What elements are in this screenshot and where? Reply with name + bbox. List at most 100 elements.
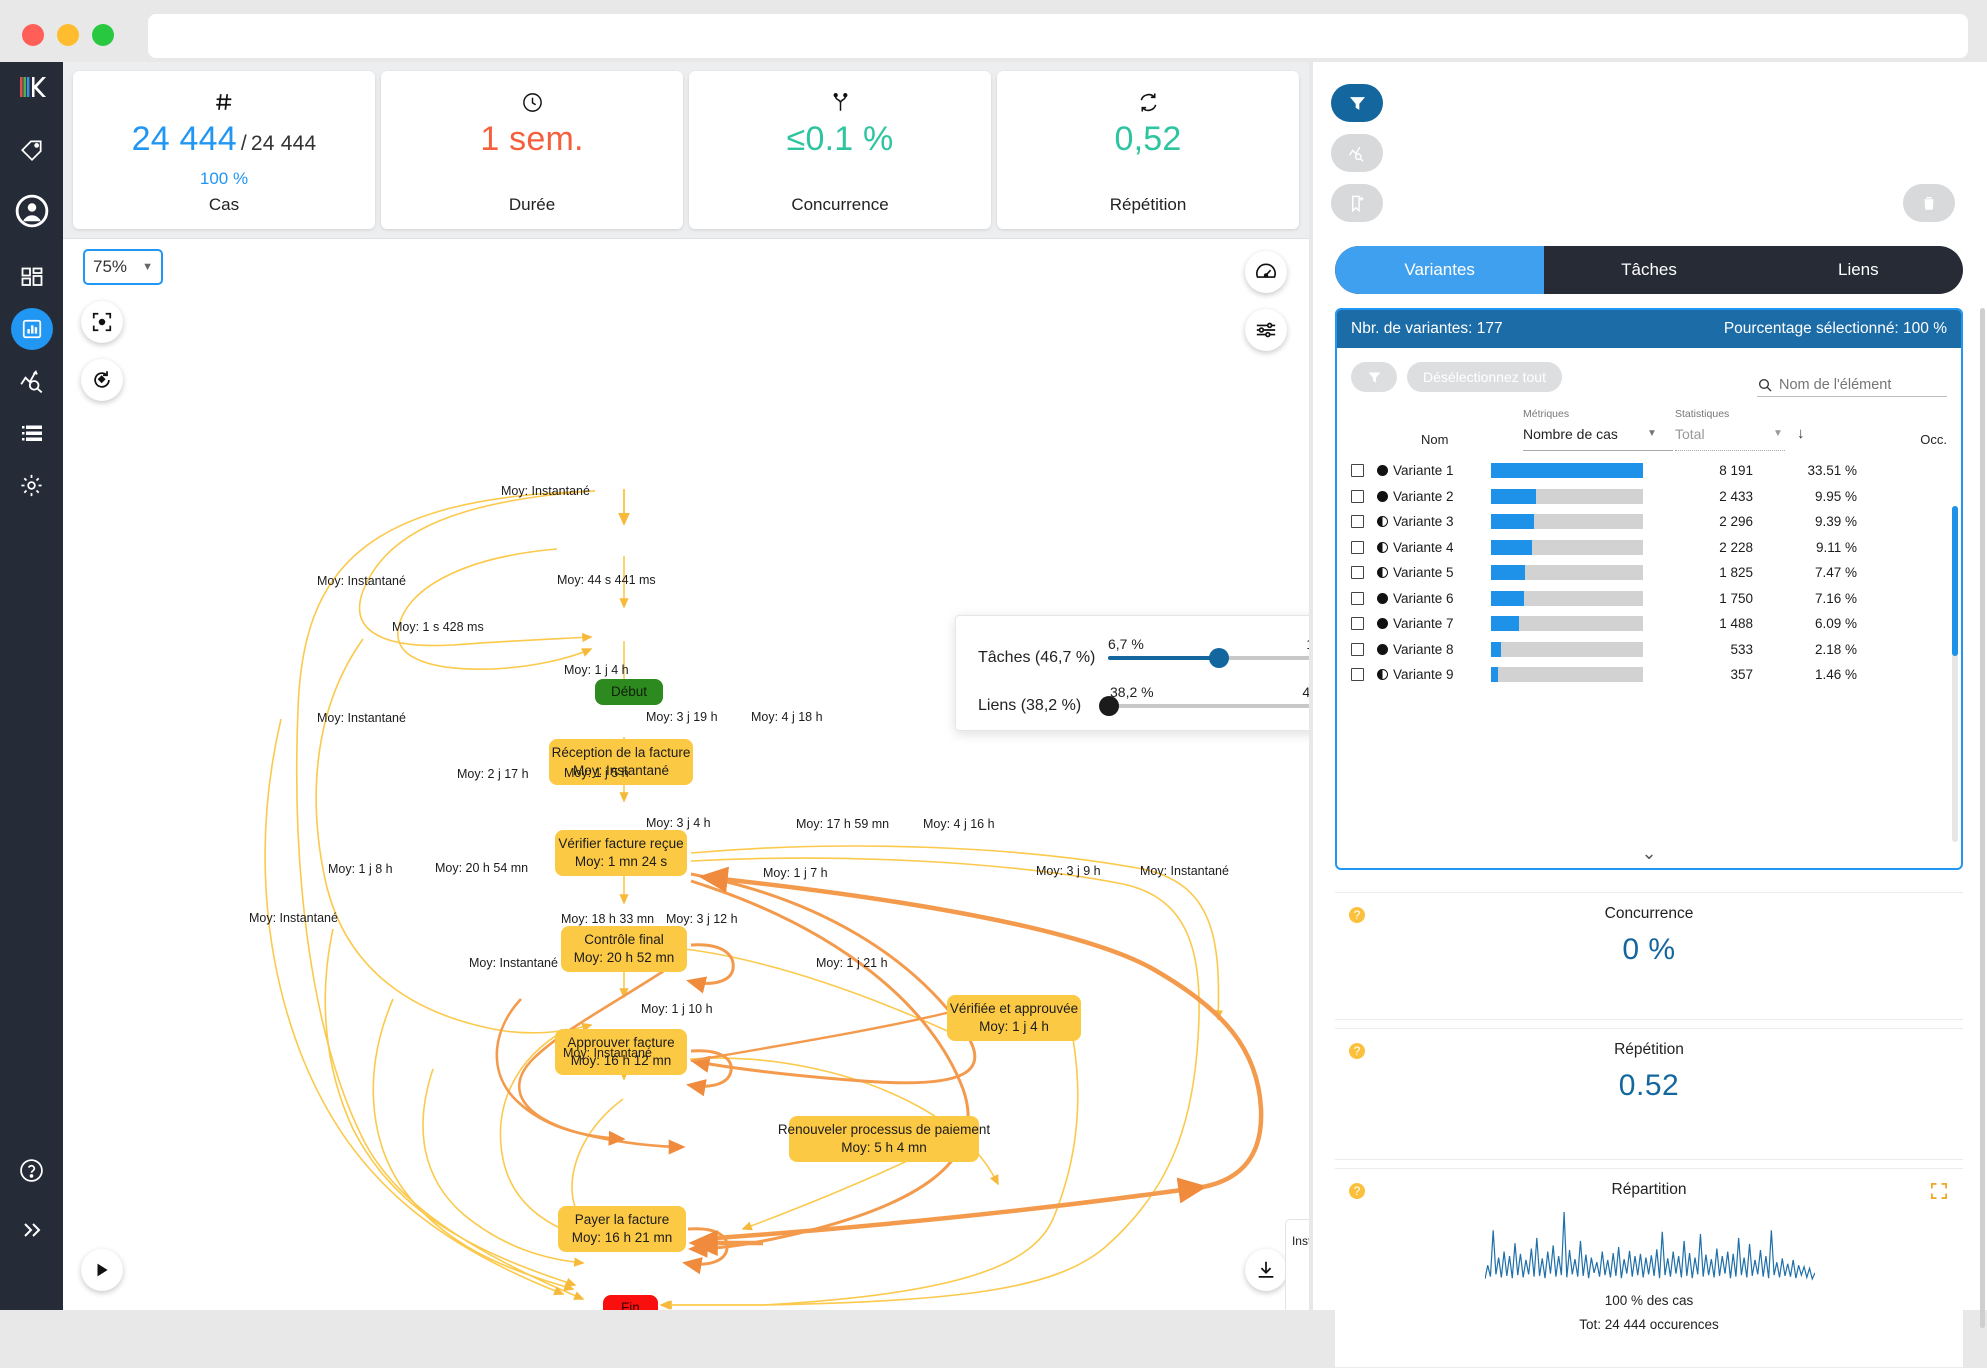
- row-checkbox[interactable]: [1351, 668, 1364, 682]
- play-button[interactable]: [81, 1249, 123, 1291]
- help-icon[interactable]: ?: [1349, 1043, 1365, 1059]
- zoom-level-select[interactable]: 75% ▼: [83, 249, 163, 285]
- expand-variants-button[interactable]: ⌄: [1337, 843, 1961, 864]
- variant-count: 533: [1730, 641, 1753, 657]
- clock-icon: [521, 87, 544, 117]
- app-logo-icon[interactable]: [0, 62, 63, 112]
- slider-taches-knob[interactable]: [1208, 648, 1229, 668]
- table-row[interactable]: Variante 6 1 750 7.16 %: [1337, 586, 1961, 612]
- edge-label: Moy: 1 j 5 h: [564, 766, 629, 780]
- graph-node-verifiee-approuvee[interactable]: Vérifiée et approuvée Moy: 1 j 4 h: [947, 995, 1081, 1042]
- right-panel-scrollbar[interactable]: [1980, 308, 1985, 1328]
- row-checkbox[interactable]: [1351, 489, 1364, 503]
- row-checkbox[interactable]: [1351, 566, 1364, 580]
- kpi-card-cases: 24 444/24 444 100 % Cas: [73, 71, 375, 229]
- table-row[interactable]: Variante 3 2 296 9.39 %: [1337, 509, 1961, 535]
- edge-label: Moy: 17 h 59 mn: [796, 817, 890, 831]
- minimize-window-button[interactable]: [57, 24, 79, 46]
- stats-select-value[interactable]: Total: [1675, 426, 1705, 442]
- help-icon[interactable]: ?: [1349, 1183, 1365, 1199]
- variants-list[interactable]: Variante 1 8 191 33.51 % Variante 2 2 433 9.9…: [1337, 458, 1961, 688]
- row-checkbox[interactable]: [1351, 617, 1364, 631]
- expand-arrows-icon[interactable]: [1929, 1181, 1949, 1206]
- double-chevron-right-icon[interactable]: [0, 1205, 63, 1255]
- threshold-sliders-popup[interactable]: Tâches (46,7 %) 6,7 % 100 % Liens (38,2 …: [955, 615, 1309, 731]
- variant-marker-icon: [1377, 567, 1388, 579]
- col-name-label: Nom: [1421, 432, 1449, 447]
- row-checkbox[interactable]: [1351, 515, 1364, 529]
- filter-button[interactable]: [1331, 84, 1383, 122]
- tab-taches[interactable]: Tâches: [1544, 246, 1753, 294]
- element-search[interactable]: [1757, 377, 1947, 397]
- table-row[interactable]: Variante 2 2 433 9.95 %: [1337, 484, 1961, 510]
- help-icon[interactable]: [0, 1145, 63, 1195]
- table-row[interactable]: Variante 5 1 825 7.47 %: [1337, 560, 1961, 586]
- deselect-all-button[interactable]: Désélectionnez tout: [1407, 362, 1562, 392]
- dashboard-grid-icon[interactable]: [0, 252, 63, 302]
- variant-marker-icon: [1377, 516, 1388, 528]
- slider-row-liens[interactable]: Liens (38,2 %) 38,2 % 41,2 %: [978, 682, 1309, 730]
- left-nav-rail: [0, 62, 63, 1310]
- table-row[interactable]: Variante 8 533 2.18 %: [1337, 637, 1961, 663]
- table-row[interactable]: Variante 1 8 191 33.51 %: [1337, 458, 1961, 484]
- gear-icon[interactable]: [0, 460, 63, 510]
- list-icon[interactable]: [0, 408, 63, 458]
- analytics-search-button[interactable]: [1331, 134, 1383, 172]
- help-icon[interactable]: ?: [1349, 907, 1365, 923]
- graph-node-controle-final[interactable]: Contrôle final Moy: 20 h 52 mn: [561, 926, 687, 973]
- slider-liens-knob[interactable]: [1099, 696, 1119, 716]
- graph-node-debut[interactable]: Début: [595, 679, 664, 706]
- trash-button[interactable]: [1903, 184, 1955, 222]
- edge-label: Moy: Instantané: [1140, 864, 1229, 878]
- fit-to-screen-button[interactable]: [81, 301, 123, 343]
- process-map-canvas[interactable]: 75% ▼ Début Réception de la facture Moy:…: [63, 238, 1309, 1310]
- graph-node-verifier-facture[interactable]: Vérifier facture reçue Moy: 1 mn 24 s: [555, 830, 687, 877]
- row-checkbox[interactable]: [1351, 642, 1364, 656]
- tag-icon[interactable]: [0, 124, 63, 174]
- account-icon[interactable]: [0, 186, 63, 236]
- row-checkbox[interactable]: [1351, 591, 1364, 605]
- col-occ-label: Occ.: [1920, 432, 1947, 447]
- table-row[interactable]: Variante 9 357 1.46 %: [1337, 662, 1961, 688]
- speedometer-icon[interactable]: [1245, 251, 1287, 293]
- variant-count: 1 488: [1719, 616, 1753, 632]
- slider-row-taches[interactable]: Tâches (46,7 %) 6,7 % 100 %: [978, 634, 1309, 682]
- variants-scrollbar-thumb[interactable]: [1952, 506, 1958, 656]
- bookmark-plus-button[interactable]: [1331, 184, 1383, 222]
- reset-layout-button[interactable]: [81, 359, 123, 401]
- graph-node-fin[interactable]: Fin: [603, 1295, 658, 1310]
- variant-bar-fill: [1491, 590, 1524, 606]
- tab-taches-label: Tâches: [1621, 260, 1677, 279]
- graph-node-payer-facture[interactable]: Payer la facture Moy: 16 h 21 mn: [558, 1206, 686, 1253]
- right-panel-tabs[interactable]: Variantes Tâches Liens: [1335, 246, 1963, 294]
- search-input[interactable]: [1779, 377, 1939, 393]
- row-checkbox[interactable]: [1351, 540, 1364, 554]
- address-bar[interactable]: [148, 14, 1968, 58]
- close-window-button[interactable]: [22, 24, 44, 46]
- slider-taches-track[interactable]: 6,7 % 100 %: [1108, 636, 1309, 668]
- node-subtitle: Moy: 1 mn 24 s: [574, 854, 668, 870]
- variant-bar-fill: [1491, 565, 1525, 581]
- node-title: Fin: [621, 1300, 640, 1310]
- variant-bar-fill: [1491, 616, 1519, 632]
- analytics-search-icon[interactable]: [0, 356, 63, 406]
- metrics-chevron-down-icon[interactable]: ▼: [1647, 428, 1657, 439]
- sort-arrow-down-icon[interactable]: ↓: [1797, 425, 1805, 442]
- stats-chevron-down-icon[interactable]: ▼: [1773, 428, 1783, 439]
- kpi-card-concurrence: ≤0.1 % Concurrence: [689, 71, 991, 229]
- variants-scrollbar-track[interactable]: [1952, 506, 1958, 842]
- sliders-icon[interactable]: [1245, 309, 1287, 351]
- metrics-select-value[interactable]: Nombre de cas: [1523, 426, 1618, 442]
- tab-variantes[interactable]: Variantes: [1335, 246, 1545, 294]
- graph-node-renouveler-processus[interactable]: Renouveler processus de paiement Moy: 5 …: [778, 1116, 990, 1163]
- table-row[interactable]: Variante 7 1 488 6.09 %: [1337, 611, 1961, 637]
- download-button[interactable]: [1245, 1249, 1287, 1291]
- variants-filter-button[interactable]: [1351, 362, 1397, 392]
- row-checkbox[interactable]: [1351, 464, 1364, 478]
- tab-liens[interactable]: Liens: [1754, 246, 1963, 294]
- slider-liens-track[interactable]: 38,2 % 41,2 %: [1099, 684, 1309, 716]
- sidebar-item-process-chart[interactable]: [0, 304, 63, 354]
- table-row[interactable]: Variante 4 2 228 9.11 %: [1337, 535, 1961, 561]
- variant-name: Variante 1: [1393, 463, 1454, 479]
- maximize-window-button[interactable]: [92, 24, 114, 46]
